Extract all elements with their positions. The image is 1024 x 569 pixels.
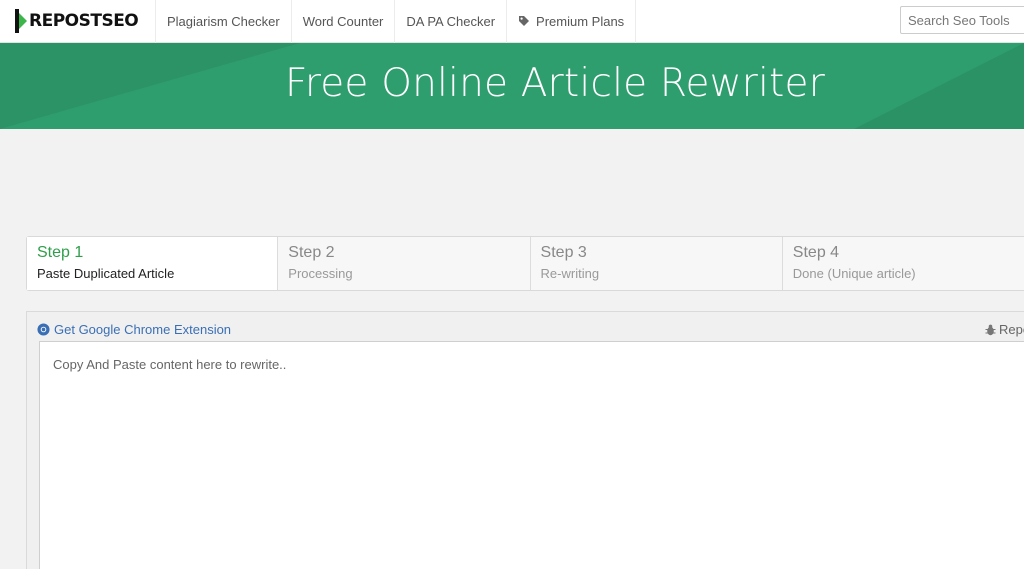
step-3: Step 3 Re-writing [531,237,783,290]
steps-progress: Step 1 Paste Duplicated Article Step 2 P… [26,236,1024,291]
article-textarea[interactable] [39,341,1024,569]
step-1: Step 1 Paste Duplicated Article [27,237,279,290]
step-title: Step 4 [792,244,840,261]
step-subtitle: Done (Unique article) [792,266,916,281]
step-subtitle: Processing [288,266,353,281]
nav-item-label: Premium Plans [536,13,625,29]
top-navbar: REPOSTSEO Plagiarism Checker Word Counte… [0,0,1024,43]
nav-premium-plans[interactable]: Premium Plans [507,0,637,43]
step-subtitle: Paste Duplicated Article [37,266,175,281]
search-input[interactable] [900,6,1024,34]
page-title: Free Online Article Rewriter [285,61,825,106]
step-subtitle: Re-writing [540,266,600,281]
nav-word-counter[interactable]: Word Counter [292,0,396,43]
nav-item-label: DA PA Checker [406,13,496,29]
nav-plagiarism-checker[interactable]: Plagiarism Checker [156,0,292,43]
step-2: Step 2 Processing [278,237,531,290]
tag-icon [519,16,530,26]
site-logo[interactable]: REPOSTSEO [0,0,156,43]
step-title: Step 2 [288,244,335,261]
hero-banner: Free Online Article Rewriter [0,43,1024,129]
chrome-extension-link[interactable]: Get Google Chrome Extension [37,322,231,337]
editor-panel: Get Google Chrome Extension Repo [26,311,1024,569]
report-link[interactable]: Repo [985,322,1024,337]
nav-item-label: Word Counter [302,13,384,29]
logo-arrow-icon [15,9,27,33]
step-title: Step 3 [540,244,587,261]
chrome-icon [37,323,50,336]
step-4: Step 4 Done (Unique article) [783,237,1024,290]
nav-item-label: Plagiarism Checker [167,13,280,29]
chrome-extension-label: Get Google Chrome Extension [54,322,232,337]
logo-text: REPOSTSEO [29,11,139,31]
nav-da-pa-checker[interactable]: DA PA Checker [395,0,508,43]
report-label: Repo [999,322,1024,337]
step-title: Step 1 [37,244,84,261]
bug-icon [985,324,996,335]
